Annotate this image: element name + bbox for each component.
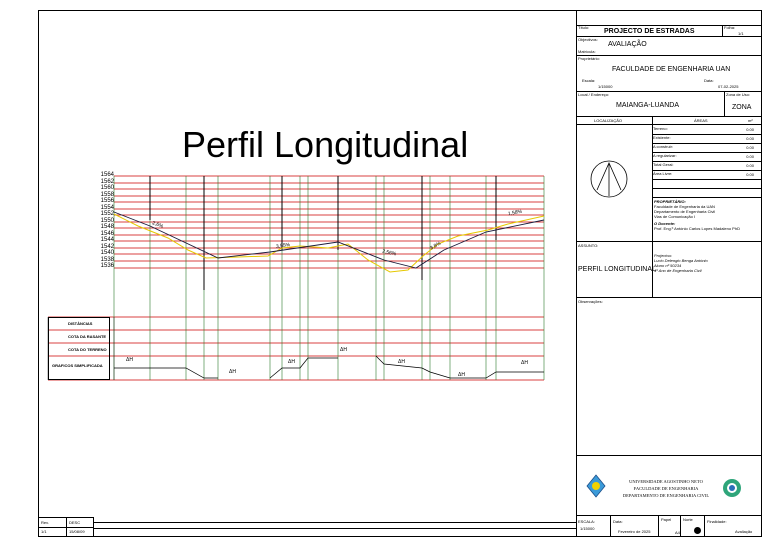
delta-h-label: ΔH bbox=[229, 369, 236, 375]
date: Fevereiro de 2025 bbox=[618, 529, 651, 534]
band-label: GRAFICOS SIMPLIFICADA bbox=[52, 363, 103, 368]
elevation-grid bbox=[48, 175, 544, 381]
field-label: ASSUNTO: bbox=[578, 243, 599, 248]
field-label: ESCALA: bbox=[578, 519, 595, 524]
delta-h-label: ΔH bbox=[398, 359, 405, 365]
owner-block: PROPRIETÁRIO: Faculdade de Engenharia da… bbox=[654, 199, 740, 231]
designer-block: Projectou: Lucio Delengio Benga António … bbox=[654, 253, 708, 273]
elevation-label: 1536 bbox=[100, 263, 114, 269]
area-row: Total Geral: 0.00 bbox=[653, 162, 754, 168]
field-label: Local / Endereço: bbox=[578, 92, 610, 97]
area-row: Área Livre: 0.00 bbox=[653, 171, 754, 177]
subject: PERFIL LONGITUDINAL bbox=[578, 266, 656, 273]
zone: ZONA bbox=[732, 104, 752, 111]
areas-unit: m² bbox=[748, 118, 753, 123]
university-logo-icon bbox=[586, 474, 606, 498]
field-label: Matrícula: bbox=[578, 49, 596, 54]
north-icon bbox=[694, 527, 701, 534]
area-row: Existente: 0.00 bbox=[653, 135, 754, 141]
project-title: PROJECTO DE ESTRADAS bbox=[604, 28, 695, 35]
objective: AVALIAÇÃO bbox=[608, 41, 647, 48]
area-row: Terreno: 0.00 bbox=[653, 126, 754, 132]
band-label: DISTÂNCIAS bbox=[68, 321, 93, 326]
field-label: Escala: bbox=[582, 78, 596, 83]
area-row: A construir: 0.00 bbox=[653, 144, 754, 150]
scale: 1/15000 bbox=[580, 526, 595, 531]
delta-h-label: ΔH bbox=[521, 360, 528, 366]
field-label: Zona de Uso: bbox=[726, 92, 751, 97]
revision-cell: 1/1 bbox=[41, 529, 47, 534]
band-label: COTA DA RASANTE bbox=[68, 334, 107, 339]
grade-line bbox=[113, 211, 545, 269]
revision-cell: DESC bbox=[69, 520, 81, 525]
area-row: A regularizar: 0.00 bbox=[653, 153, 754, 159]
field-label: Proprietário: bbox=[578, 56, 600, 61]
areas-header: ÁREAS bbox=[694, 118, 708, 123]
field-label: Objectivos: bbox=[578, 37, 598, 42]
field-label: Data: bbox=[704, 78, 714, 83]
field-label: Observações: bbox=[578, 299, 603, 304]
delta-h-label: ΔH bbox=[126, 357, 133, 363]
revision-box: Rev. DESC 1/1 15/08/09 bbox=[38, 517, 94, 537]
field-label: Finalidade: bbox=[707, 519, 727, 524]
owner: FACULDADE DE ENGENHARIA UAN bbox=[612, 66, 731, 73]
date: 07-02-2025 bbox=[718, 84, 739, 89]
field-label: Norte bbox=[683, 517, 693, 522]
north-arrow-icon bbox=[590, 160, 628, 198]
delta-h-label: ΔH bbox=[458, 372, 465, 378]
profile-drawing bbox=[47, 175, 545, 381]
location: MAIANGA-LUANDA bbox=[616, 102, 680, 109]
purpose: Avaliação bbox=[735, 529, 753, 534]
scale: 1/15000 bbox=[598, 84, 613, 89]
delta-h-label: ΔH bbox=[288, 359, 295, 365]
faculty-logo-icon bbox=[723, 479, 741, 497]
university-text: UNIVERSIDADE AGOSTINHO NETO FACULDADE DE… bbox=[622, 479, 710, 498]
elevation-labels: 1564 1562 1560 1558 1556 1554 1552 1550 … bbox=[92, 172, 114, 270]
station-lines bbox=[113, 176, 545, 380]
revision-cell: Rev. bbox=[41, 520, 49, 525]
location-header: LOCALIZAÇÃO bbox=[594, 118, 623, 123]
field-label: Papel bbox=[661, 517, 672, 522]
band-label: COTA DO TERRENO bbox=[68, 347, 107, 352]
delta-h-label: ΔH bbox=[340, 347, 347, 353]
revision-cell: 15/08/09 bbox=[69, 529, 85, 534]
field-label: Data: bbox=[613, 519, 623, 524]
